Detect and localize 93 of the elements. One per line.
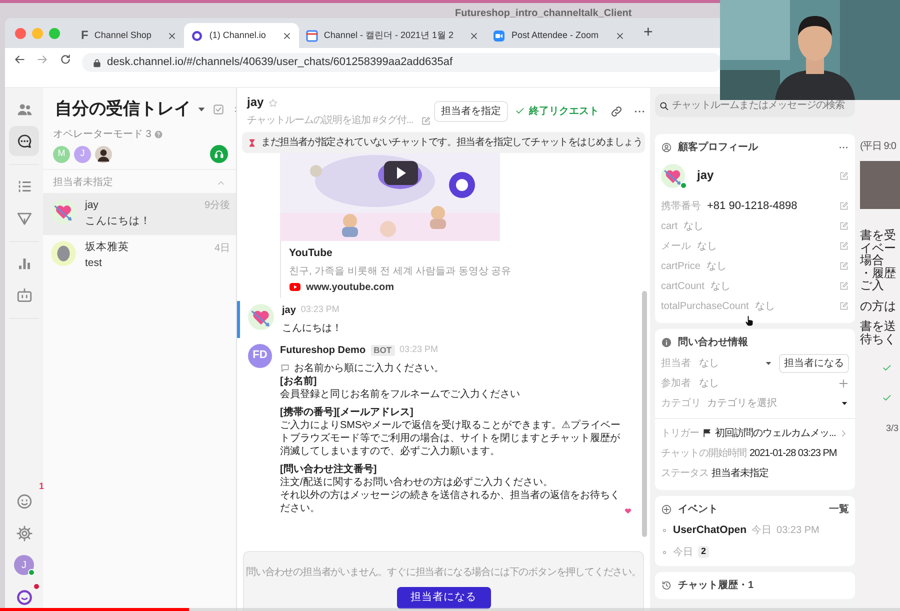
field-label: totalPurchaseCount xyxy=(661,300,749,312)
field-label: カテゴリ xyxy=(661,396,701,410)
message-text: 会員登録と同じお名前をフルネームでご入力ください xyxy=(280,388,521,401)
card-title: イベント xyxy=(678,503,718,516)
event-day: 今日 xyxy=(752,524,772,538)
browser-tab[interactable]: Channel - 캘린더 - 2021년 1월 2 xyxy=(298,23,486,48)
field-label: 参加者 xyxy=(661,376,692,390)
bot-avatar: FD xyxy=(248,344,272,368)
partial-text: イベー xyxy=(860,242,897,254)
assign-button[interactable]: 担当者を指定 xyxy=(434,100,508,122)
favicon-letter: F xyxy=(81,28,88,44)
field-label: 担当者 xyxy=(661,356,692,370)
field-value: 2021-01-28 03:23 PM xyxy=(750,446,837,460)
chat-name: 坂本雅英 xyxy=(85,241,129,256)
field-label: cartPrice xyxy=(661,260,700,272)
message-time: 03:23 PM xyxy=(300,304,340,316)
chat-description: チャットルームの説明を追加 #タグ付... xyxy=(247,114,414,128)
composer-notice: 問い合わせの担当者がいません。すぐに担当者になる場合には下のボタンを押してください。 xyxy=(246,566,641,579)
section-title: 担当者未指定 xyxy=(53,176,113,190)
card-title: 問い合わせ情報 xyxy=(678,336,748,349)
event-day: 今日 xyxy=(673,546,693,559)
chat-name: jay xyxy=(85,199,98,213)
window-title: Futureshop_intro_channeltalk_Client xyxy=(455,8,632,19)
tab-title: Post Attendee - Zoom xyxy=(511,30,599,42)
field-label: cartCount xyxy=(661,280,704,292)
link-preview-description: 친구, 가족을 비롯해 전 세계 사람들과 동영상 공유 xyxy=(289,264,512,278)
field-label: メール xyxy=(661,240,691,252)
partial-text: 書を受 xyxy=(860,229,897,242)
message-heading: [お名前] xyxy=(280,374,318,388)
message-text: こんにちは！ xyxy=(282,322,342,335)
partial-text: ・履歴 xyxy=(860,266,897,279)
tab-title: Channel Shop xyxy=(94,30,152,42)
browser-tab[interactable]: Post Attendee - Zoom xyxy=(486,23,632,48)
inbox-title: 自分の受信トレイ xyxy=(55,98,191,120)
address-bar[interactable]: desk.channel.io/#/channels/40639/user_chats/601258399aa2add635af xyxy=(82,53,722,72)
field-label: cart xyxy=(661,220,678,232)
chat-time: 9分後 xyxy=(204,199,230,212)
become-assignee-button[interactable]: 担当者になる xyxy=(779,354,849,372)
message-author: jay xyxy=(282,304,296,317)
message-author: Futureshop Demo xyxy=(280,344,366,357)
bot-tag: BOT xyxy=(370,344,395,356)
partial-text: の方は xyxy=(860,300,897,312)
message-text: お名前から順にご入力ください。 xyxy=(294,362,444,375)
become-assignee-button[interactable]: 担当者になる xyxy=(396,587,490,609)
message-time: 03:23 PM xyxy=(400,344,438,356)
field-label: ステータス xyxy=(661,466,708,480)
counter: 3/3 xyxy=(886,423,900,435)
field-value: なし xyxy=(754,300,776,312)
chat-title: jay xyxy=(247,94,264,110)
browser-tab[interactable]: F Channel Shop xyxy=(74,23,184,48)
chat-preview: こんにちは！ xyxy=(85,214,152,228)
message-text: 注文/配送に関するお問い合わせの方は必ずご入力ください。 xyxy=(280,476,554,489)
link-preview-title: YouTube xyxy=(289,247,334,261)
partial-text: (平日 9:0 xyxy=(860,140,897,153)
notice-text: まだ担当者が指定されていないチャットです。担当者を指定してチャットをはじめましょう xyxy=(261,136,642,149)
field-value: +81 90-1218-4898 xyxy=(707,198,798,214)
message-heading: [問い合わせ注文番号] xyxy=(280,462,378,476)
message-text: それ以外の方はメッセージの続きを送信されるか、担当者の返信をお待ちください。 xyxy=(280,488,621,515)
tab-title: Channel - 캘린더 - 2021년 1월 2 xyxy=(324,30,454,42)
chat-preview: test xyxy=(85,257,103,271)
message-text: ご入力によりSMSやメールで返信を受け取ることができます。⚠プライベートブラウズモード等でご利用の場合は、サイトを閉じますとチャット履歴が消滅してしまいますので、必ずご入力願います。 xyxy=(280,418,622,458)
card-title: 顧客プロフィール xyxy=(678,141,758,154)
event-name: UserChatOpen xyxy=(673,524,747,538)
event-count: 2 xyxy=(698,546,710,558)
field-value: なし xyxy=(706,260,728,272)
field-label: チャットの開始時間 xyxy=(661,446,746,460)
field-label: 携帯番号 xyxy=(661,200,701,212)
link-preview-url[interactable]: www.youtube.com xyxy=(306,280,394,294)
partial-text: 待ちく xyxy=(860,332,897,345)
operator-mode-label: オペレーターモード 3 xyxy=(53,128,152,142)
partial-text: 場合 xyxy=(860,254,884,266)
chat-list-item[interactable]: 坂本雅英 4日 test xyxy=(43,235,236,278)
message-heading: [携帯の番号][メールアドレス] xyxy=(280,406,414,419)
partial-text: 書を送 xyxy=(860,320,897,332)
tab-title: (1) Channel.io xyxy=(209,30,266,42)
field-value: 担当者未指定 xyxy=(712,466,768,480)
event-time: 03:23 PM xyxy=(776,524,820,538)
customer-name: jay xyxy=(697,168,715,184)
notification-count: 1 xyxy=(38,481,44,493)
partial-text: ご入 xyxy=(860,279,884,292)
field-value: なし xyxy=(710,280,732,292)
field-value: なし xyxy=(699,376,720,390)
field-value: なし xyxy=(684,220,705,232)
browser-tab[interactable]: (1) Channel.io xyxy=(184,23,299,48)
chat-list-item[interactable]: jay 9分後 こんにちは！ xyxy=(43,193,236,236)
view-all-link[interactable]: 一覧 xyxy=(829,503,849,516)
new-tab-button[interactable]: + xyxy=(640,22,657,44)
trigger-link[interactable]: 初回訪問のウェルカムメッ... xyxy=(715,426,836,440)
field-label: トリガー xyxy=(661,426,699,440)
chat-time: 4日 xyxy=(214,242,230,255)
field-value: なし xyxy=(699,356,720,370)
field-value: なし xyxy=(697,240,718,252)
card-title: チャット履歴・1 xyxy=(678,578,754,592)
